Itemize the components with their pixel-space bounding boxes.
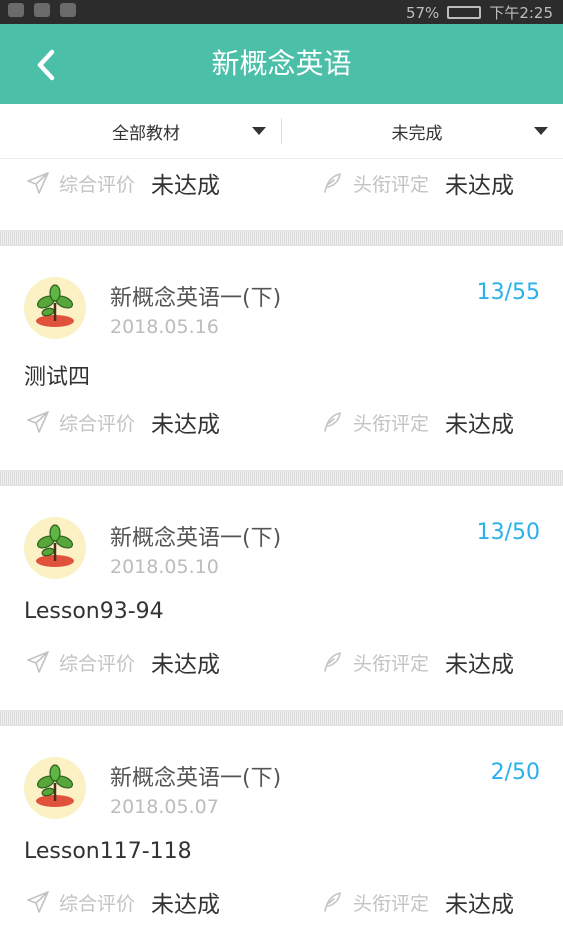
evaluation-row: 综合评价 未达成 头衔评定 未达成 (0, 163, 563, 203)
back-button[interactable] (30, 46, 64, 84)
overall-eval-value: 未达成 (151, 412, 221, 438)
list-item[interactable]: 新概念英语一(下) 2018.05.16 13/55 测试四 综合评价 未达成 … (0, 246, 563, 470)
caret-down-icon (534, 127, 548, 135)
filter-divider (281, 118, 282, 144)
title-eval-value: 未达成 (445, 412, 515, 438)
record-name: 测试四 (24, 365, 91, 390)
overall-eval-value: 未达成 (151, 892, 221, 918)
record-date: 2018.05.10 (110, 556, 219, 578)
battery-icon (447, 6, 482, 19)
overall-eval-value: 未达成 (151, 652, 221, 678)
title-eval-label: 头衔评定 (353, 892, 430, 915)
paper-plane-icon (27, 891, 49, 913)
notification-icon (60, 3, 76, 17)
notification-icon (34, 3, 50, 17)
progress-count: 13/50 (476, 520, 540, 545)
overall-eval-label: 综合评价 (59, 173, 136, 196)
list-item[interactable]: 综合评价 未达成 头衔评定 未达成 (0, 159, 563, 230)
page-title: 新概念英语 (211, 47, 352, 80)
material-filter-dropdown[interactable]: 全部教材 (40, 104, 266, 158)
book-title: 新概念英语一(下) (110, 766, 282, 791)
title-eval-value: 未达成 (445, 652, 515, 678)
progress-count: 13/55 (476, 280, 540, 305)
book-avatar (24, 517, 86, 579)
feather-icon (324, 173, 341, 193)
record-name: Lesson117-118 (24, 839, 192, 864)
status-filter-dropdown[interactable]: 未完成 (300, 104, 548, 158)
title-eval-label: 头衔评定 (353, 652, 430, 675)
title-eval-value: 未达成 (445, 892, 515, 918)
list-separator (0, 470, 563, 486)
battery-percent: 57% (405, 3, 440, 22)
title-eval-label: 头衔评定 (353, 412, 430, 435)
book-title: 新概念英语一(下) (110, 286, 282, 311)
status-bar: 57% 下午2:25 (0, 0, 563, 24)
feather-icon (324, 412, 341, 432)
sprout-icon (36, 284, 74, 327)
record-list: 综合评价 未达成 头衔评定 未达成 新概念英语一(下) 2018.05.16 1… (0, 159, 563, 950)
feather-icon (324, 892, 341, 912)
book-title: 新概念英语一(下) (110, 526, 282, 551)
overall-eval-label: 综合评价 (59, 892, 136, 915)
record-date: 2018.05.07 (110, 796, 219, 818)
overall-eval-value: 未达成 (151, 173, 221, 199)
evaluation-row: 综合评价 未达成 头衔评定 未达成 (0, 642, 563, 682)
sprout-icon (36, 524, 74, 567)
record-name: Lesson93-94 (24, 599, 164, 624)
overall-eval-label: 综合评价 (59, 652, 136, 675)
list-item[interactable]: 新概念英语一(下) 2018.05.10 13/50 Lesson93-94 综… (0, 486, 563, 710)
overall-eval-label: 综合评价 (59, 412, 136, 435)
clock: 下午2:25 (489, 4, 553, 22)
status-filter-label: 未完成 (391, 123, 443, 144)
material-filter-label: 全部教材 (112, 123, 180, 144)
evaluation-row: 综合评价 未达成 头衔评定 未达成 (0, 402, 563, 442)
book-avatar (24, 757, 86, 819)
notification-icons (8, 3, 76, 17)
evaluation-row: 综合评价 未达成 头衔评定 未达成 (0, 882, 563, 922)
caret-down-icon (252, 127, 266, 135)
record-date: 2018.05.16 (110, 316, 219, 338)
paper-plane-icon (27, 411, 49, 433)
paper-plane-icon (27, 651, 49, 673)
paper-plane-icon (27, 172, 49, 194)
filter-bar: 全部教材 未完成 (0, 104, 563, 159)
list-item[interactable]: 新概念英语一(下) 2018.05.07 2/50 Lesson117-118 … (0, 726, 563, 950)
app-bar: 新概念英语 (0, 24, 563, 104)
list-separator (0, 710, 563, 726)
chevron-left-icon (37, 49, 55, 81)
sprout-icon (36, 764, 74, 807)
book-avatar (24, 277, 86, 339)
title-eval-label: 头衔评定 (353, 173, 430, 196)
notification-icon (8, 3, 24, 17)
list-separator (0, 230, 563, 246)
feather-icon (324, 652, 341, 672)
title-eval-value: 未达成 (445, 173, 515, 199)
progress-count: 2/50 (490, 760, 540, 785)
